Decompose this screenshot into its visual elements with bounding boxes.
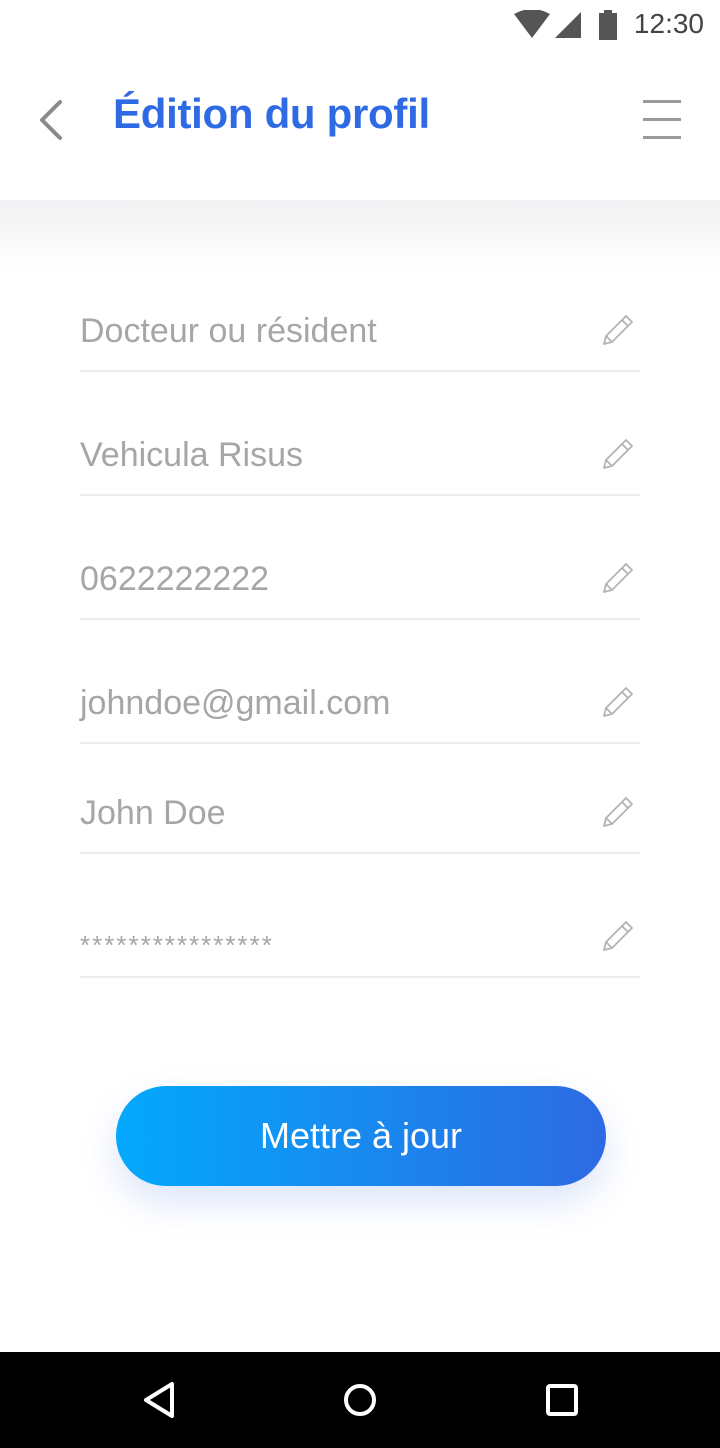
phone-value: 0622222222	[80, 560, 270, 598]
pencil-icon[interactable]	[598, 560, 636, 598]
app-header: Édition du profil	[0, 48, 720, 200]
role-field[interactable]: Docteur ou résident	[80, 312, 640, 372]
battery-icon	[599, 10, 617, 40]
pencil-icon[interactable]	[598, 918, 636, 956]
password-value: ****************	[80, 930, 274, 960]
full-name-value: John Doe	[80, 794, 226, 832]
address-field[interactable]: Vehicula Risus	[80, 436, 640, 496]
update-button[interactable]: Mettre à jour	[116, 1086, 606, 1186]
pencil-icon[interactable]	[598, 684, 636, 722]
header-shadow	[0, 200, 720, 270]
pencil-icon[interactable]	[598, 436, 636, 474]
full-name-field[interactable]: John Doe	[80, 794, 640, 854]
email-value: johndoe@gmail.com	[80, 684, 391, 722]
wifi-icon	[514, 10, 550, 38]
hamburger-menu-icon	[643, 100, 681, 139]
menu-button[interactable]	[640, 98, 684, 142]
back-button[interactable]	[30, 98, 74, 142]
status-bar: 12:30	[0, 0, 720, 48]
address-value: Vehicula Risus	[80, 436, 304, 474]
email-field[interactable]: johndoe@gmail.com	[80, 684, 640, 744]
chevron-left-icon	[40, 100, 62, 140]
page-title: Édition du profil	[113, 90, 430, 137]
pencil-icon[interactable]	[598, 794, 636, 832]
system-nav-bar	[0, 1352, 720, 1448]
phone-field[interactable]: 0622222222	[80, 560, 640, 620]
pencil-icon[interactable]	[598, 312, 636, 350]
status-time: 12:30	[633, 8, 704, 39]
home-circle-icon[interactable]	[336, 1376, 384, 1424]
back-triangle-icon[interactable]	[136, 1376, 184, 1424]
password-field[interactable]: ****************	[80, 918, 640, 978]
cellular-icon	[555, 12, 581, 38]
role-value: Docteur ou résident	[80, 312, 377, 350]
recents-square-icon[interactable]	[538, 1376, 586, 1424]
